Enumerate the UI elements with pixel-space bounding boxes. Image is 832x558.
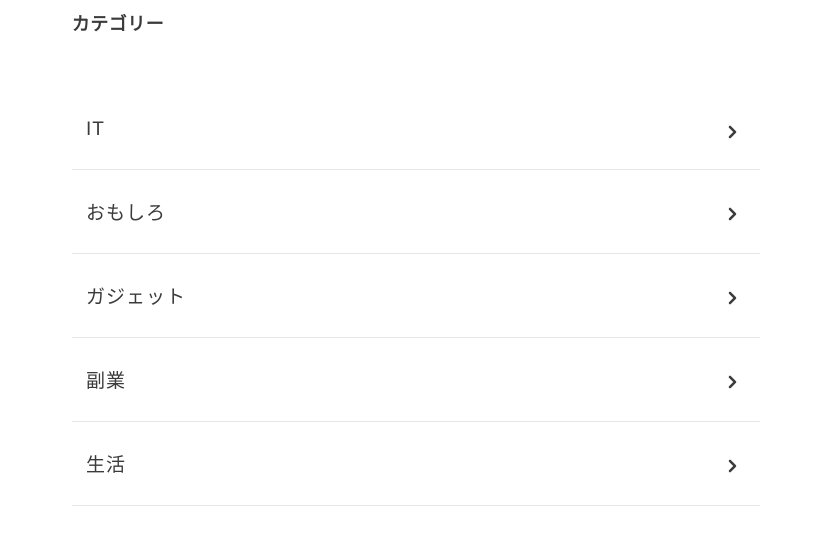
chevron-right-icon [728, 375, 738, 385]
chevron-right-icon [728, 291, 738, 301]
category-list: IT おもしろ ガジェット 副業 生活 [72, 91, 760, 506]
category-label: ガジェット [86, 282, 186, 309]
category-item-fukugyo[interactable]: 副業 [72, 338, 760, 422]
category-label: おもしろ [86, 198, 166, 225]
chevron-right-icon [728, 207, 738, 217]
section-title: カテゴリー [72, 10, 760, 36]
category-item-seikatsu[interactable]: 生活 [72, 422, 760, 506]
category-item-omoshiro[interactable]: おもしろ [72, 170, 760, 254]
category-item-gadget[interactable]: ガジェット [72, 254, 760, 338]
chevron-right-icon [728, 125, 738, 135]
chevron-right-icon [728, 459, 738, 469]
category-label: 副業 [86, 366, 126, 393]
category-label: 生活 [86, 450, 126, 477]
category-item-it[interactable]: IT [72, 91, 760, 170]
category-label: IT [86, 119, 105, 141]
category-section: カテゴリー IT おもしろ ガジェット 副業 生活 [0, 10, 832, 506]
